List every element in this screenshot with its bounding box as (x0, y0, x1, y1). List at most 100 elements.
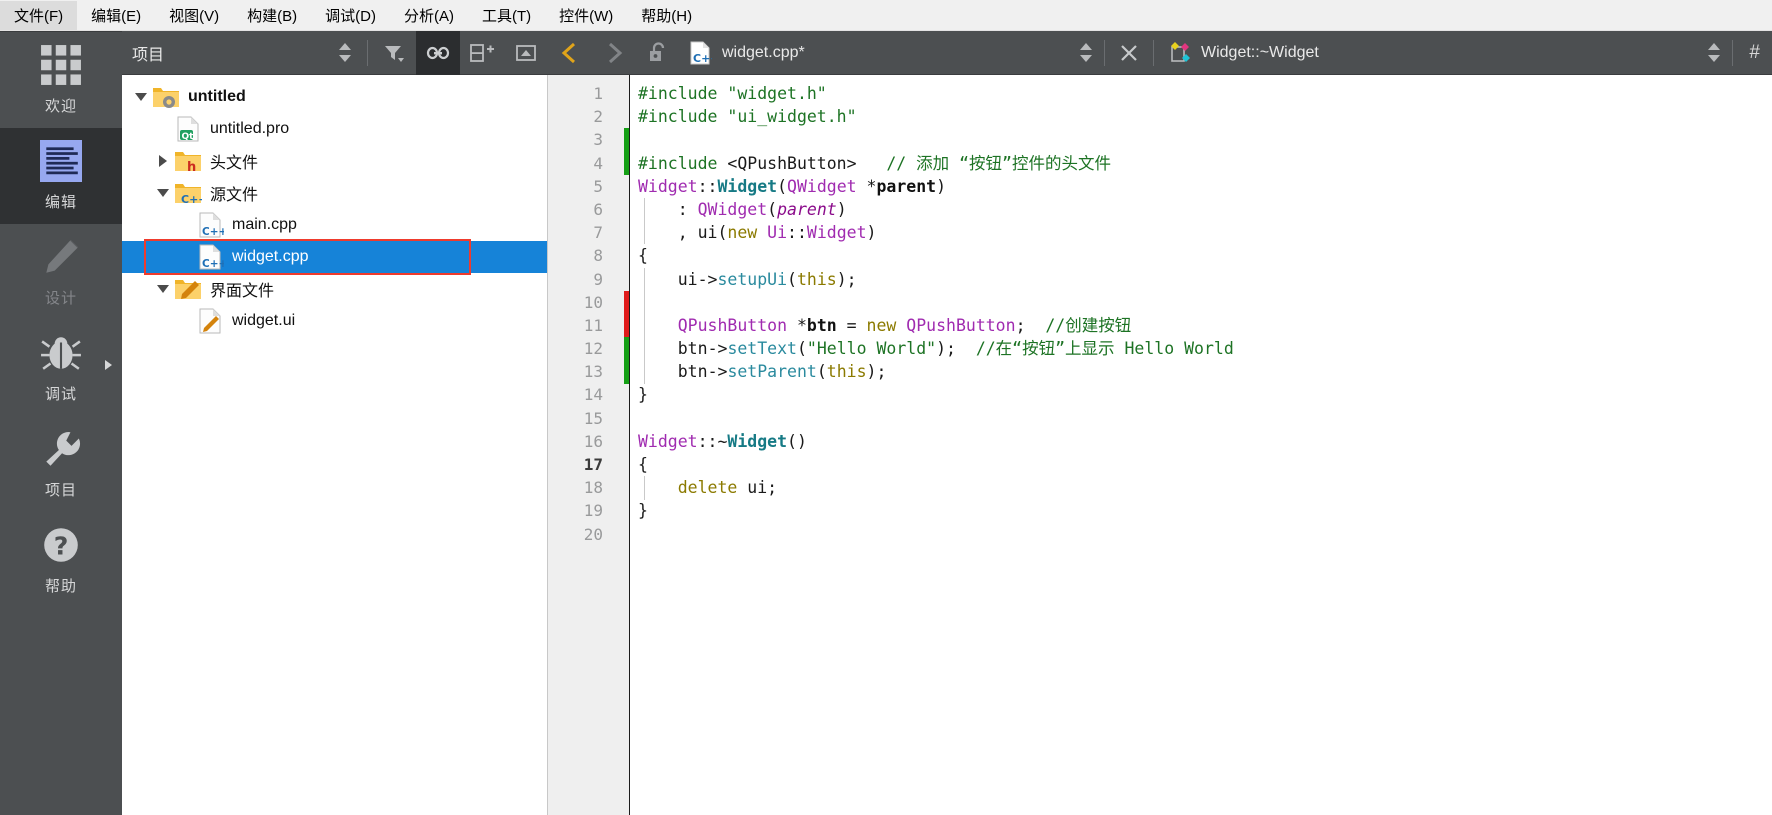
close-document-button[interactable] (1109, 31, 1149, 75)
mode-button-label: 欢迎 (44, 98, 77, 115)
line-number: 2 (593, 107, 603, 127)
symbol-spinner-icon[interactable] (1706, 39, 1722, 67)
mode-button-欢迎[interactable]: 欢迎 (0, 32, 122, 128)
mode-button-帮助[interactable]: ? 帮助 (0, 512, 122, 608)
code-token: delete (677, 478, 738, 498)
line-number: 16 (583, 431, 603, 451)
menu-help[interactable]: 帮助(H) (627, 1, 706, 30)
menu-bar: 文件(F) 编辑(E) 视图(V) 构建(B) 调试(D) 分析(A) 工具(T) 控件(W)… (0, 0, 1772, 31)
code-token: { (638, 246, 648, 266)
chevron-right-icon[interactable] (105, 360, 112, 370)
split-button[interactable] (460, 31, 504, 75)
go-forward-button[interactable] (592, 31, 636, 75)
tree-item-untitled[interactable]: untitled (122, 81, 547, 113)
menu-file[interactable]: 文件(F) (0, 0, 78, 30)
mode-button-编辑[interactable]: 编辑 (0, 128, 122, 224)
menu-window[interactable]: 控件(W) (545, 1, 627, 30)
line-number: 10 (583, 292, 603, 312)
code-token: #include (638, 107, 728, 127)
close-sidebar-button[interactable] (504, 31, 548, 75)
line-column-button[interactable]: # (1737, 42, 1772, 64)
bug-icon (41, 337, 81, 370)
tree-item-label: 头文件 (210, 155, 259, 172)
mode-button-设计[interactable]: 设计 (0, 224, 122, 320)
tree-item-源文件[interactable]: C++ 源文件 (122, 177, 547, 209)
symbol-destructor-icon (1171, 41, 1190, 62)
mode-button-项目[interactable]: 项目 (0, 416, 122, 512)
code-token: "ui_widget.h" (727, 107, 857, 127)
menu-build[interactable]: 构建(B) (233, 1, 311, 30)
open-document-combo[interactable]: C++ widget.cpp* (680, 31, 1072, 75)
code-token: Widget (638, 176, 698, 196)
code-line: ui->setupUi(this); (638, 268, 1772, 291)
combo-spinner-icon[interactable] (337, 39, 353, 67)
menu-analyze[interactable]: 分析(A) (390, 1, 468, 30)
question-circle-icon: ? (44, 528, 78, 562)
toolbar-divider-3 (1153, 39, 1154, 66)
sidebar-view-combo[interactable]: 项目 (122, 31, 363, 75)
mode-button-调试[interactable]: 调试 (0, 320, 122, 416)
code-token: : (638, 199, 698, 219)
tree-item-untitled.pro[interactable]: Qt untitled.pro (122, 113, 547, 145)
code-token: -> (707, 339, 728, 359)
code-view[interactable]: 1 2 3 4 5 6 7 8 9 10 11 12 13 14 15 16 17 18 19 20 #include… (548, 75, 1772, 815)
symbol-combo[interactable]: Widget::~Widget (1158, 31, 1700, 75)
ui-file-icon (199, 308, 221, 334)
unlock-icon (650, 41, 665, 61)
collapse-icon (516, 44, 536, 61)
svg-text:C++: C++ (202, 258, 224, 270)
change-marker (624, 314, 629, 338)
qt-pro-file-icon: Qt (177, 116, 199, 142)
lock-toggle-button[interactable] (636, 31, 680, 75)
chevron-right-icon[interactable] (152, 145, 174, 177)
mode-button-label: 帮助 (44, 578, 77, 595)
code-token: :: (787, 223, 807, 243)
twisty-placeholder (174, 305, 196, 337)
cpp-file-icon: C++ (199, 244, 224, 270)
sync-with-editor-button[interactable] (416, 30, 460, 75)
code-token: ui (697, 223, 718, 243)
filter-icon (385, 45, 404, 62)
chevron-down-icon[interactable] (152, 273, 174, 305)
menu-debug[interactable]: 调试(D) (311, 1, 390, 30)
code-token: ); (836, 269, 857, 289)
filter-button[interactable] (372, 31, 416, 75)
toolbar-divider (367, 39, 368, 66)
chevron-down-icon[interactable] (130, 81, 152, 113)
code-token: ::~ (697, 431, 728, 451)
code-token: <QPushButton> (727, 153, 857, 173)
line-number: 7 (593, 223, 603, 243)
menu-edit[interactable]: 编辑(E) (77, 1, 155, 30)
line-number: 11 (583, 315, 603, 335)
code-token: // 添加 “按钮”控件的头文件 (886, 153, 1111, 173)
document-spinner-icon[interactable] (1078, 39, 1094, 67)
tree-item-widget.cpp[interactable]: C++ widget.cpp (122, 239, 547, 275)
tree-item-label: widget.ui (232, 312, 296, 329)
tree-item-widget.ui[interactable]: widget.ui (122, 305, 547, 337)
code-line: QPushButton *btn = new QPushButton; //创建… (638, 314, 1772, 337)
change-marker (624, 360, 629, 384)
line-number: 13 (583, 362, 603, 382)
code-token: ); (866, 362, 887, 382)
chevron-left-icon (561, 42, 576, 63)
tree-item-界面文件[interactable]: 界面文件 (122, 273, 547, 305)
code-text[interactable]: #include "widget.h" #include "ui_widget.h… (630, 75, 1772, 815)
project-sidebar: 项目 untitled Qt untitled.pro h 头文件 C+ 源文件… (122, 30, 548, 815)
folder-ui-icon (175, 280, 201, 299)
folder-cpp-icon: C++ (175, 184, 202, 206)
tree-item-main.cpp[interactable]: C++ main.cpp (122, 209, 547, 241)
indent-guide (644, 198, 645, 245)
menu-view[interactable]: 视图(V) (155, 1, 233, 30)
mode-button-label: 项目 (44, 482, 77, 499)
code-token: , (638, 223, 698, 243)
code-token: "widget.h" (727, 84, 827, 103)
menu-tools[interactable]: 工具(T) (468, 1, 545, 30)
chevron-down-icon[interactable] (152, 177, 174, 209)
tree-item-头文件[interactable]: h 头文件 (122, 145, 547, 177)
code-token: ( (767, 199, 778, 219)
code-line: btn->setText("Hello World"); //在“按钮”上显示 … (638, 337, 1772, 360)
go-back-button[interactable] (548, 31, 592, 75)
